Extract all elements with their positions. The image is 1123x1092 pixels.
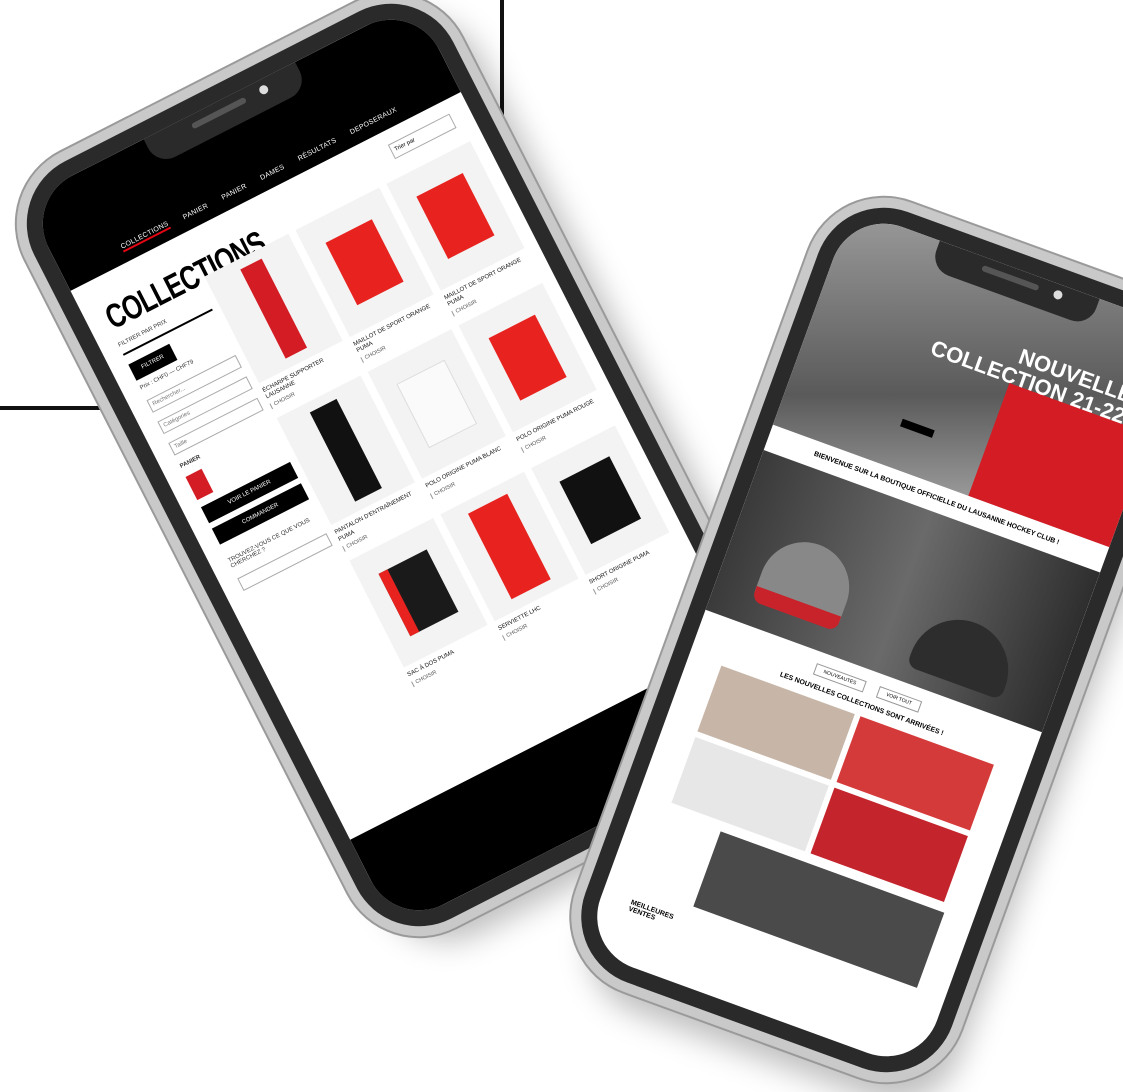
hero-button[interactable] <box>900 418 935 438</box>
cap-black <box>906 605 1023 701</box>
nav-item-3[interactable]: DAMES <box>259 164 286 182</box>
cart-thumb <box>185 468 214 501</box>
nav-item-collections[interactable]: COLLECTIONS <box>119 220 171 253</box>
nav-item-4[interactable]: RÉSULTATS <box>297 137 338 162</box>
nav-item-2[interactable]: PANIER <box>221 183 249 202</box>
nav-item-5[interactable]: DEPOSERAUX <box>349 106 398 136</box>
speaker <box>981 264 1040 292</box>
nav-item-1[interactable]: PANIER <box>182 203 210 222</box>
camera <box>257 83 270 96</box>
camera <box>1052 289 1064 301</box>
cap-grey-red <box>751 529 862 632</box>
